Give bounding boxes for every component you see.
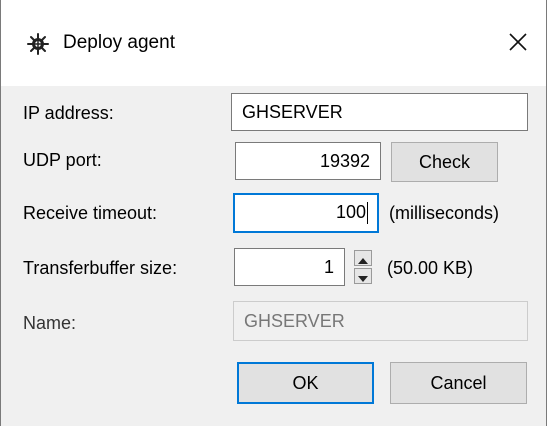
cancel-button-label: Cancel	[430, 372, 487, 393]
title-bar: Deploy agent	[1, 0, 546, 86]
text-caret	[367, 202, 368, 225]
check-button[interactable]: Check	[391, 142, 498, 182]
receive-timeout-unit: (milliseconds)	[389, 203, 500, 223]
name-value: GHSERVER	[244, 311, 345, 331]
deploy-agent-dialog: Deploy agent IP address: GHSERVER UDP po…	[0, 0, 547, 426]
ip-address-value: GHSERVER	[242, 102, 343, 122]
spin-up-button[interactable]	[354, 250, 372, 266]
transferbuffer-size-input[interactable]: 1	[234, 248, 345, 286]
ok-button-label: OK	[292, 372, 319, 393]
transferbuffer-size-label: Transferbuffer size:	[23, 258, 178, 278]
receive-timeout-label: Receive timeout:	[23, 203, 158, 223]
udp-port-value: 19392	[319, 151, 370, 171]
spin-down-icon	[358, 266, 368, 287]
udp-port-input[interactable]: 19392	[235, 142, 381, 180]
name-label: Name:	[23, 313, 77, 333]
udp-port-label: UDP port:	[23, 150, 102, 170]
name-input: GHSERVER	[233, 301, 528, 341]
transferbuffer-size-unit: (50.00 KB)	[387, 258, 474, 278]
close-icon	[508, 32, 528, 57]
receive-timeout-value: 100	[335, 202, 366, 222]
gear-icon	[27, 33, 49, 55]
receive-timeout-input[interactable]: 100	[233, 193, 379, 233]
ip-address-label: IP address:	[23, 103, 114, 123]
spin-down-button[interactable]	[354, 268, 372, 284]
close-button[interactable]	[501, 27, 535, 61]
cancel-button[interactable]: Cancel	[390, 362, 527, 404]
ip-address-input[interactable]: GHSERVER	[231, 93, 528, 131]
transferbuffer-size-value: 1	[323, 257, 334, 277]
check-button-label: Check	[418, 151, 471, 172]
ok-button[interactable]: OK	[237, 362, 374, 404]
window-title: Deploy agent	[63, 32, 175, 53]
